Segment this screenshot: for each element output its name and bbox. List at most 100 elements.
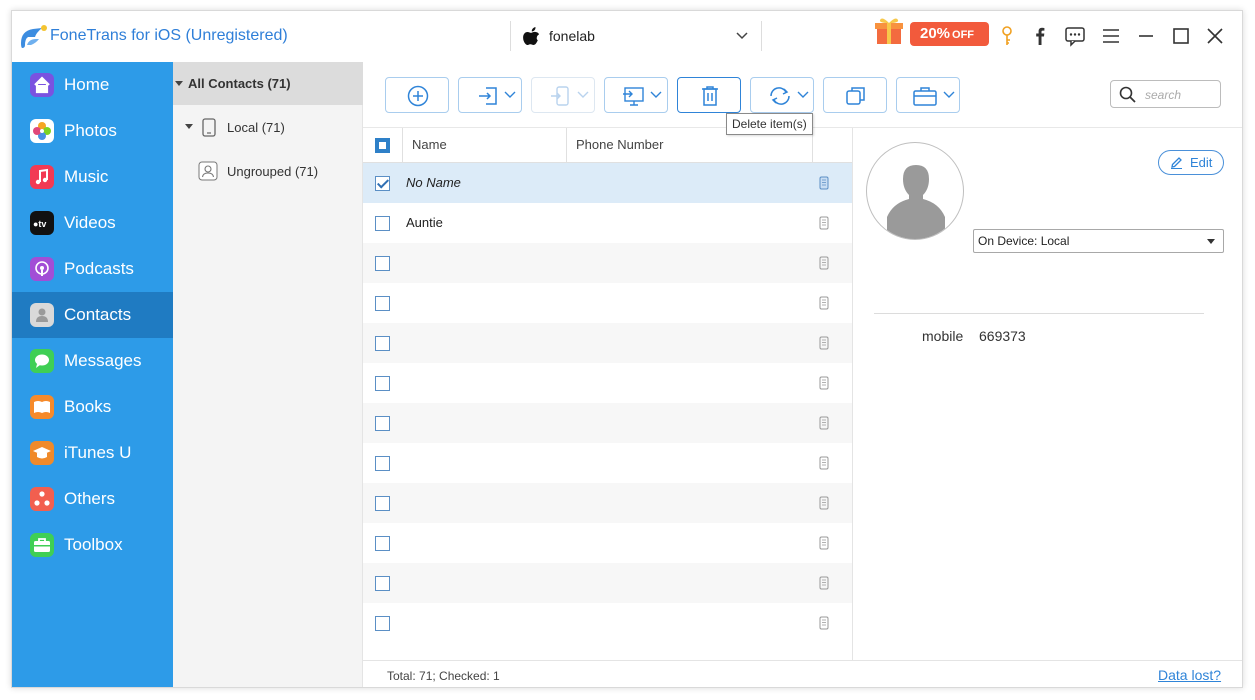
gift-icon[interactable] [874, 14, 904, 46]
data-lost-link[interactable]: Data lost? [1158, 667, 1221, 683]
sidebar-item-itunes-u[interactable]: iTunes U [12, 430, 173, 476]
home-icon [30, 73, 54, 97]
row-checkbox[interactable] [375, 216, 390, 231]
row-checkbox[interactable] [375, 256, 390, 271]
contacts-icon [30, 303, 54, 327]
contact-name: Auntie [406, 215, 443, 230]
duplicate-button[interactable] [823, 77, 887, 113]
podcasts-icon [30, 257, 54, 281]
column-header-name[interactable]: Name [412, 128, 447, 163]
sidebar-item-photos[interactable]: Photos [12, 108, 173, 154]
table-row[interactable] [363, 363, 852, 403]
phone-storage-icon [819, 576, 829, 590]
sidebar-item-label: Podcasts [64, 259, 134, 278]
facebook-icon[interactable] [1029, 25, 1051, 47]
sidebar-item-podcasts[interactable]: Podcasts [12, 246, 173, 292]
search-input[interactable] [1145, 86, 1215, 104]
add-contact-button[interactable] [385, 77, 449, 113]
menu-icon[interactable] [1100, 25, 1122, 47]
column-header-phone[interactable]: Phone Number [576, 128, 663, 163]
device-selector[interactable]: fonelab [510, 21, 762, 51]
close-icon[interactable] [1204, 25, 1226, 47]
key-icon[interactable] [996, 25, 1018, 47]
group-all-contacts[interactable]: All Contacts (71) [173, 62, 363, 105]
sidebar-item-label: Photos [64, 121, 117, 140]
group-all-label: All Contacts (71) [188, 76, 291, 91]
sidebar-item-label: Music [64, 167, 109, 186]
toolbox-icon [30, 533, 54, 557]
table-row[interactable] [363, 283, 852, 323]
table-row[interactable]: No Name [363, 163, 852, 203]
row-checkbox[interactable] [375, 536, 390, 551]
edit-button[interactable]: Edit [1158, 150, 1224, 175]
contact-groups-panel: All Contacts (71) Local (71) Ungrouped (… [173, 62, 363, 687]
select-all-checkbox[interactable] [375, 138, 390, 153]
sidebar: Home Photos Music ●tv Videos Podcasts Co… [12, 62, 173, 687]
sidebar-item-label: Toolbox [64, 535, 123, 554]
export-to-pc-button[interactable] [604, 77, 668, 113]
maximize-icon[interactable] [1170, 25, 1192, 47]
table-row[interactable] [363, 443, 852, 483]
app-title: FoneTrans for iOS (Unregistered) [50, 27, 288, 44]
delete-button[interactable] [677, 77, 741, 113]
caret-down-icon [175, 81, 183, 86]
phone-storage-icon [819, 456, 829, 470]
avatar [866, 142, 964, 240]
sidebar-item-label: Contacts [64, 305, 132, 324]
sidebar-item-music[interactable]: Music [12, 154, 173, 200]
status-text: Total: 71; Checked: 1 [387, 669, 500, 683]
sidebar-item-videos[interactable]: ●tv Videos [12, 200, 173, 246]
sync-button[interactable] [750, 77, 814, 113]
contact-name: No Name [406, 175, 461, 190]
import-button[interactable] [458, 77, 522, 113]
row-checkbox[interactable] [375, 376, 390, 391]
sync-icon [770, 87, 790, 105]
row-checkbox[interactable] [375, 576, 390, 591]
group-local[interactable]: Local (71) [173, 107, 363, 147]
sidebar-item-books[interactable]: Books [12, 384, 173, 430]
row-checkbox[interactable] [375, 456, 390, 471]
add-circle-icon [407, 85, 429, 107]
sidebar-item-messages[interactable]: Messages [12, 338, 173, 384]
feedback-icon[interactable] [1064, 25, 1086, 47]
promo-badge[interactable]: 20% OFF [910, 22, 989, 46]
chevron-down-icon [797, 91, 809, 98]
promo-percent: 20% [920, 25, 951, 42]
sidebar-item-others[interactable]: Others [12, 476, 173, 522]
table-row[interactable] [363, 563, 852, 603]
search-box [1110, 80, 1221, 108]
itunes-u-icon [30, 441, 54, 465]
phone-storage-icon [819, 216, 829, 230]
sidebar-item-contacts[interactable]: Contacts [12, 292, 173, 338]
group-ungrouped[interactable]: Ungrouped (71) [173, 151, 363, 191]
minimize-icon[interactable] [1135, 25, 1157, 47]
sidebar-item-label: Others [64, 489, 116, 508]
table-row[interactable] [363, 243, 852, 283]
table-row[interactable] [363, 523, 852, 563]
table-row[interactable] [363, 483, 852, 523]
svg-text:●tv: ●tv [33, 219, 46, 229]
location-value: On Device: Local [978, 234, 1070, 248]
row-checkbox[interactable] [375, 496, 390, 511]
export-to-device-button[interactable] [531, 77, 595, 113]
location-select[interactable]: On Device: Local [973, 229, 1224, 253]
sidebar-item-label: Books [64, 397, 112, 416]
phone-field-label: mobile [922, 328, 964, 344]
sidebar-item-label: iTunes U [64, 443, 132, 462]
row-checkbox[interactable] [375, 336, 390, 351]
row-checkbox[interactable] [375, 296, 390, 311]
sidebar-item-home[interactable]: Home [12, 62, 173, 108]
group-local-label: Local (71) [227, 120, 285, 135]
row-checkbox[interactable] [375, 616, 390, 631]
sidebar-item-toolbox[interactable]: Toolbox [12, 522, 173, 568]
toolbox-button[interactable] [896, 77, 960, 113]
table-row[interactable] [363, 323, 852, 363]
table-row[interactable]: Auntie [363, 203, 852, 243]
row-checkbox[interactable] [375, 176, 390, 191]
row-checkbox[interactable] [375, 416, 390, 431]
table-row[interactable] [363, 603, 852, 643]
title-bar: FoneTrans for iOS (Unregistered) fonelab… [12, 11, 1242, 62]
device-name: fonelab [549, 28, 595, 44]
phone-field-value: 669373 [979, 328, 1026, 344]
table-row[interactable] [363, 403, 852, 443]
